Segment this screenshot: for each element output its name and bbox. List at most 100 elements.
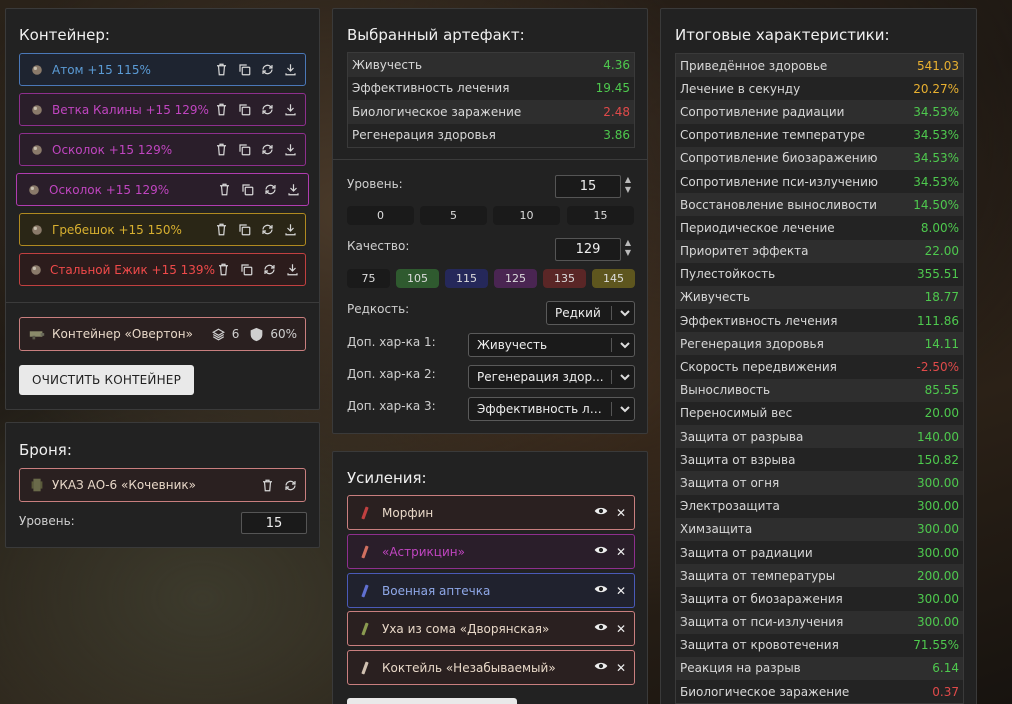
level-preset-button[interactable]: 5: [420, 206, 487, 225]
eye-icon[interactable]: [594, 543, 608, 560]
download-icon[interactable]: [282, 221, 299, 238]
total-value: 300.00: [917, 475, 959, 490]
armor-panel: Броня: УКАЗ АО-6 «Кочевник» Уровень: 15: [5, 422, 320, 548]
total-value: 111.86: [917, 313, 959, 328]
close-icon[interactable]: ✕: [616, 506, 626, 520]
quality-preset-button[interactable]: 105: [396, 269, 439, 288]
spin-down-icon[interactable]: ▼: [625, 185, 631, 195]
artifact-row[interactable]: Стальной Ежик +15 139%: [19, 253, 306, 286]
trash-icon[interactable]: [213, 221, 230, 238]
stat-name: Регенерация здоровья: [352, 128, 496, 143]
spin-up-icon[interactable]: ▲: [625, 238, 631, 248]
quality-input[interactable]: 129: [555, 238, 621, 261]
boost-row[interactable]: Морфин ✕: [347, 495, 635, 530]
artifact-row[interactable]: Атом +15 115%: [19, 53, 306, 86]
total-value: 22.00: [924, 244, 959, 259]
copy-icon[interactable]: [236, 221, 253, 238]
download-icon[interactable]: [282, 61, 299, 78]
total-row: Электрозащита 300.00: [676, 494, 963, 518]
level-preset-button[interactable]: 10: [493, 206, 560, 225]
artifact-row[interactable]: Гребешок +15 150%: [19, 213, 306, 246]
spin-down-icon[interactable]: ▼: [625, 248, 631, 258]
artifact-row[interactable]: Осколок +15 129%: [19, 133, 306, 166]
download-icon[interactable]: [282, 101, 299, 118]
trash-icon[interactable]: [216, 181, 233, 198]
total-value: 300.00: [917, 499, 959, 514]
artifact-icon: [28, 101, 46, 119]
copy-icon[interactable]: [239, 181, 256, 198]
total-value: 0.37: [932, 684, 959, 699]
artifact-row[interactable]: Осколок +15 129%: [16, 173, 309, 206]
close-icon[interactable]: ✕: [616, 584, 626, 598]
copy-icon[interactable]: [236, 141, 253, 158]
copy-icon[interactable]: [236, 61, 253, 78]
level-preset-button[interactable]: 15: [567, 206, 634, 225]
download-icon[interactable]: [284, 261, 301, 278]
quality-preset-button[interactable]: 115: [445, 269, 488, 288]
total-name: Защита от огня: [680, 475, 780, 490]
add-boost-button[interactable]: [347, 698, 517, 704]
quality-preset-button[interactable]: 135: [543, 269, 586, 288]
artifact-row[interactable]: Ветка Калины +15 129%: [19, 93, 306, 126]
swap-icon[interactable]: [261, 261, 278, 278]
stat-value: 3.86: [603, 128, 630, 143]
trash-icon[interactable]: [213, 141, 230, 158]
stat-name: Живучесть: [352, 57, 423, 72]
close-icon[interactable]: ✕: [616, 661, 626, 675]
trash-icon[interactable]: [213, 101, 230, 118]
boost-icon: [356, 659, 374, 677]
eye-icon[interactable]: [594, 659, 608, 676]
armor-level-input[interactable]: 15: [241, 512, 307, 534]
spin-up-icon[interactable]: ▲: [625, 175, 631, 185]
trash-icon[interactable]: [259, 477, 276, 494]
armor-item[interactable]: УКАЗ АО-6 «Кочевник»: [19, 468, 306, 502]
extra2-label: Доп. хар-ка 2:: [347, 367, 436, 381]
swap-icon[interactable]: [262, 181, 279, 198]
trash-icon[interactable]: [213, 61, 230, 78]
download-icon[interactable]: [285, 181, 302, 198]
stat-row: Живучесть 4.36: [348, 53, 634, 77]
clear-container-button[interactable]: ОЧИСТИТЬ КОНТЕЙНЕР: [19, 365, 194, 395]
eye-icon[interactable]: [594, 504, 608, 521]
quality-preset-button[interactable]: 75: [347, 269, 390, 288]
swap-icon[interactable]: [259, 61, 276, 78]
quality-preset-button[interactable]: 145: [592, 269, 635, 288]
eye-icon[interactable]: [594, 582, 608, 599]
artifact-icon: [28, 61, 46, 79]
level-spinner[interactable]: ▲ ▼: [623, 175, 633, 195]
download-icon[interactable]: [282, 141, 299, 158]
boost-row[interactable]: «Астрикцин» ✕: [347, 534, 635, 569]
total-value: 18.77: [924, 290, 959, 305]
close-icon[interactable]: ✕: [616, 545, 626, 559]
total-name: Сопротивление радиации: [680, 104, 845, 119]
boost-row[interactable]: Военная аптечка ✕: [347, 573, 635, 608]
trash-icon[interactable]: [215, 261, 232, 278]
swap-icon[interactable]: [259, 101, 276, 118]
rarity-select[interactable]: Редкий: [546, 301, 635, 325]
boost-name: Военная аптечка: [382, 583, 491, 598]
total-row: Защита от взрыва 150.82: [676, 448, 963, 472]
boost-row[interactable]: Коктейль «Незабываемый» ✕: [347, 650, 635, 685]
eye-icon[interactable]: [594, 620, 608, 637]
total-value: 300.00: [917, 615, 959, 630]
swap-icon[interactable]: [282, 477, 299, 494]
quality-spinner[interactable]: ▲ ▼: [623, 238, 633, 258]
total-row: Защита от радиации 300.00: [676, 540, 963, 565]
extra3-select[interactable]: Эффективность ле...: [468, 397, 635, 421]
container-item[interactable]: Контейнер «Овертон» 6 60%: [19, 317, 306, 351]
copy-icon[interactable]: [236, 101, 253, 118]
extra2-select[interactable]: Регенерация здор...: [468, 365, 635, 389]
level-preset-button[interactable]: 0: [347, 206, 414, 225]
swap-icon[interactable]: [259, 221, 276, 238]
total-value: 34.53%: [913, 174, 959, 189]
level-input[interactable]: 15: [555, 175, 621, 198]
swap-icon[interactable]: [259, 141, 276, 158]
close-icon[interactable]: ✕: [616, 622, 626, 636]
quality-preset-button[interactable]: 125: [494, 269, 537, 288]
total-row: Приоритет эффекта 22.00: [676, 239, 963, 263]
extra1-select[interactable]: Живучесть: [468, 333, 635, 357]
total-row: Защита от пси-излучения 300.00: [676, 610, 963, 634]
total-name: Защита от взрыва: [680, 452, 796, 467]
boost-row[interactable]: Уха из сома «Дворянская» ✕: [347, 611, 635, 646]
copy-icon[interactable]: [238, 261, 255, 278]
